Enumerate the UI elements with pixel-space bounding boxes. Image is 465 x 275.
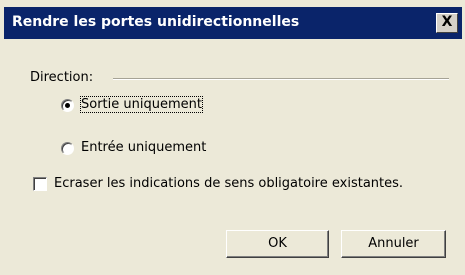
radio-option-sortie[interactable]: Sortie uniquement: [61, 96, 231, 115]
close-button[interactable]: X: [436, 13, 458, 33]
radio-option-entree[interactable]: Entrée uniquement: [61, 140, 231, 158]
overwrite-checkbox-label[interactable]: Ecraser les indications de sens obligato…: [54, 176, 403, 191]
close-icon: X: [441, 14, 453, 30]
direction-group-label: Direction:: [30, 70, 94, 85]
title-bar[interactable]: Rendre les portes unidirectionnelles X: [4, 7, 462, 39]
cancel-button[interactable]: Annuler: [341, 230, 446, 258]
radio-button-sortie[interactable]: [61, 99, 74, 112]
group-divider: [113, 78, 449, 80]
radio-label-sortie[interactable]: Sortie uniquement: [80, 96, 203, 113]
window-title: Rendre les portes unidirectionnelles: [12, 14, 300, 30]
overwrite-checkbox[interactable]: [33, 177, 47, 191]
radio-selected-dot: [65, 103, 70, 108]
radio-button-entree[interactable]: [61, 142, 74, 155]
ok-button[interactable]: OK: [226, 230, 329, 258]
dialog-window: Rendre les portes unidirectionnelles X D…: [0, 0, 465, 275]
radio-label-entree[interactable]: Entrée uniquement: [81, 140, 206, 155]
